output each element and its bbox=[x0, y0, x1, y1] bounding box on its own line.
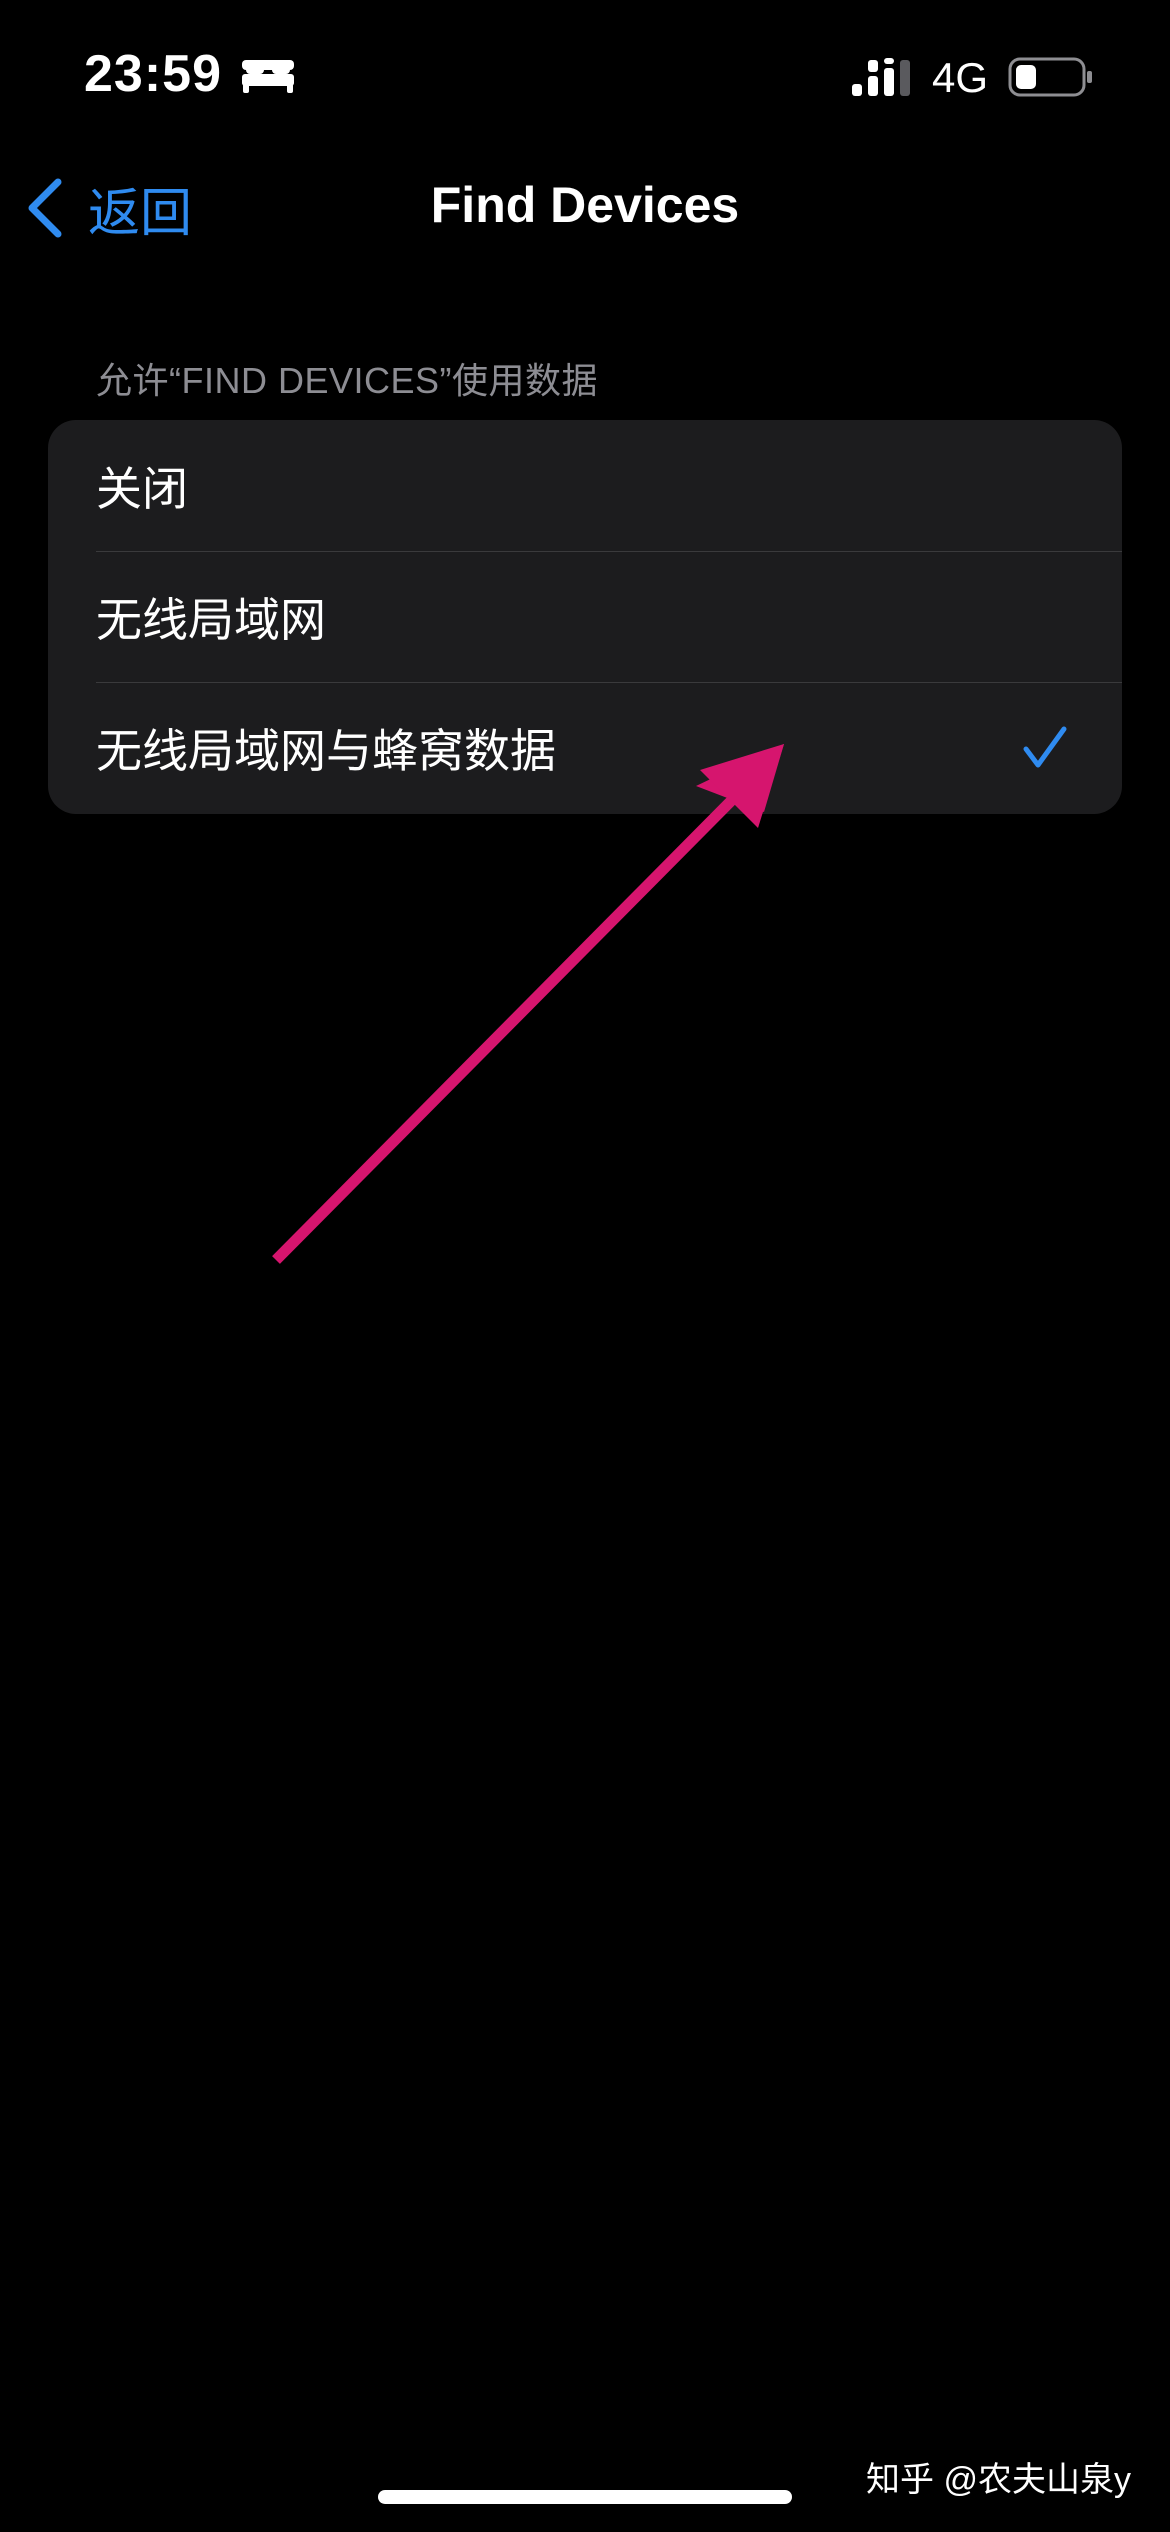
checkmark-icon bbox=[1023, 726, 1067, 767]
option-label: 无线局域网 bbox=[96, 593, 326, 646]
network-type-label: 4G bbox=[932, 54, 989, 101]
option-wlan[interactable]: 无线局域网 bbox=[48, 551, 1122, 682]
option-label: 关闭 bbox=[96, 462, 188, 515]
section-header: 允许“FIND DEVICES”使用数据 bbox=[96, 360, 599, 401]
battery-icon bbox=[1008, 57, 1092, 97]
data-usage-options: 关闭 无线局域网 无线局域网与蜂窝数据 bbox=[48, 420, 1122, 814]
navigation-bar: 返回 Find Devices bbox=[0, 150, 1170, 266]
option-label: 无线局域网与蜂窝数据 bbox=[96, 724, 556, 777]
sleep-bed-icon bbox=[242, 60, 294, 93]
option-off[interactable]: 关闭 bbox=[48, 420, 1122, 551]
watermark: 知乎 @农夫山泉y bbox=[866, 2461, 1131, 2499]
status-time: 23:59 bbox=[84, 45, 222, 103]
home-indicator[interactable] bbox=[378, 2490, 792, 2504]
page-title: Find Devices bbox=[430, 177, 740, 233]
status-bar: 23:59 4G bbox=[0, 0, 1170, 150]
cellular-signal-icon bbox=[852, 58, 910, 96]
option-wlan-cellular[interactable]: 无线局域网与蜂窝数据 bbox=[48, 682, 1122, 813]
